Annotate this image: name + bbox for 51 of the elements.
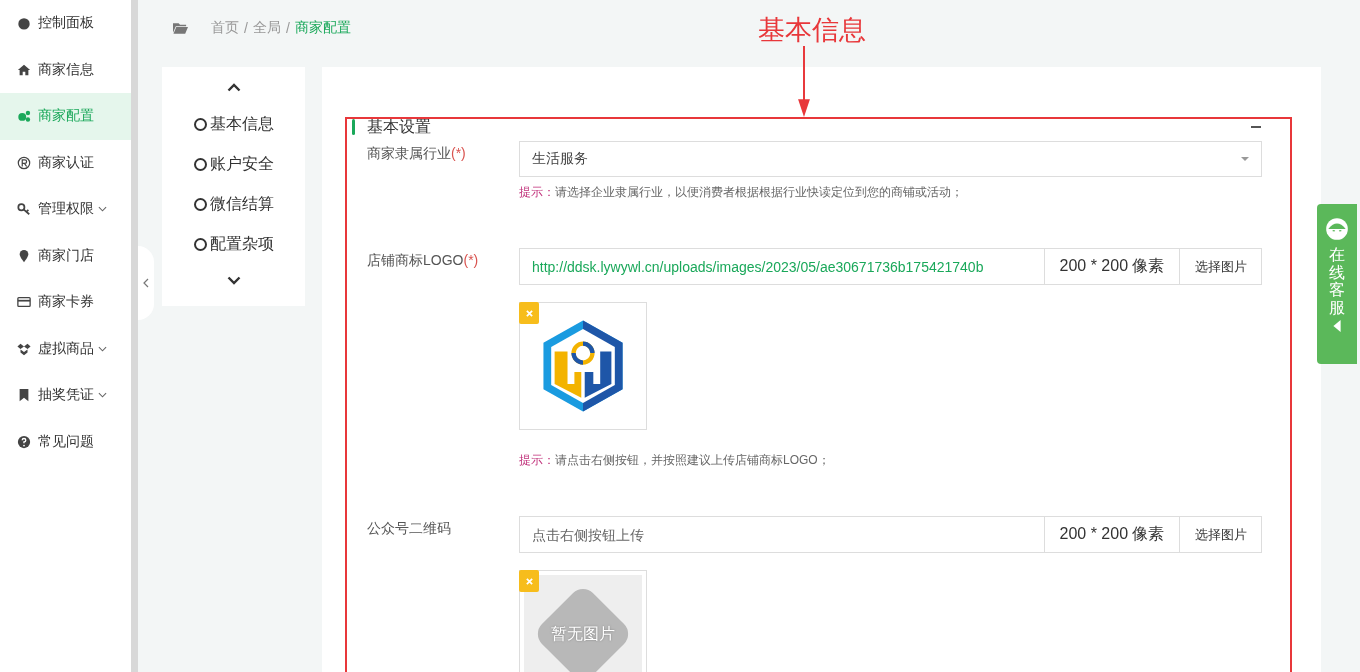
field-label: 公众号二维码: [367, 519, 452, 538]
triangle-left-icon: [1333, 320, 1341, 333]
industry-select[interactable]: 生活服务: [519, 141, 1262, 177]
field-hint: 提示：请点击右侧按钮，并按照建议上传店铺商标LOGO；: [519, 452, 831, 469]
menu-item-icon: [17, 388, 31, 403]
section-marker: [352, 119, 355, 135]
remove-image-button[interactable]: [519, 302, 539, 324]
menu-item-icon: [17, 109, 31, 124]
section-title: 基本设置: [367, 116, 432, 137]
dropdown-caret-icon: [1241, 157, 1249, 161]
field-label: 店铺商标LOGO(*): [367, 251, 480, 270]
field-label: 商家隶属行业(*): [367, 144, 467, 163]
chevron-down-icon[interactable]: [226, 276, 241, 285]
annotation-label: 基本信息: [758, 14, 866, 47]
close-icon: [525, 309, 533, 317]
section-nav-item[interactable]: 配置杂项: [193, 224, 274, 264]
folder-icon: [173, 22, 188, 34]
image-url-field[interactable]: 点击右侧按钮上传: [519, 516, 1045, 553]
sidebar-item[interactable]: 商家卡券: [0, 279, 131, 326]
menu-item-icon: [17, 341, 31, 356]
breadcrumb-separator: /: [285, 20, 290, 36]
close-icon: [525, 577, 533, 585]
section-nav-item[interactable]: 基本信息: [193, 104, 274, 144]
menu-item-icon: [17, 202, 31, 217]
choose-image-button[interactable]: 选择图片: [1180, 248, 1262, 285]
sidebar-item[interactable]: 控制面板: [0, 0, 131, 47]
menu-item-icon: [17, 295, 31, 310]
field-hint: 提示：请选择企业隶属行业，以便消费者根据根据行业快读定位到您的商铺或活动；: [519, 184, 964, 201]
sidebar-item[interactable]: 商家门店: [0, 232, 131, 279]
menu-item-icon: [17, 16, 31, 31]
breadcrumb-separator: /: [244, 20, 248, 36]
no-image-text: 暂无图片: [551, 623, 615, 644]
section-nav-item[interactable]: 账户安全: [193, 144, 274, 184]
collapse-handle[interactable]: [138, 246, 154, 320]
sidebar-item[interactable]: 常见问题: [0, 418, 131, 465]
remove-image-button[interactable]: [519, 570, 539, 592]
sidebar-item[interactable]: 商家信息: [0, 46, 131, 93]
sidebar-item[interactable]: 抽奖凭证: [0, 372, 131, 419]
menu-item-icon: [17, 434, 31, 449]
section-nav-item[interactable]: 微信结算: [193, 184, 274, 224]
agent-icon: [1324, 216, 1350, 242]
choose-image-button[interactable]: 选择图片: [1180, 516, 1262, 553]
menu-item-icon: [17, 62, 31, 77]
chevron-left-icon: [143, 278, 149, 288]
menu-item-icon: [17, 155, 31, 170]
sidebar-item[interactable]: 虚拟商品: [0, 325, 131, 372]
chevron-up-icon[interactable]: [226, 83, 241, 92]
annotation-arrow: [797, 46, 811, 117]
sidebar-item[interactable]: 商家认证: [0, 139, 131, 186]
menu-item-icon: [17, 248, 31, 263]
sidebar-item[interactable]: 管理权限: [0, 186, 131, 233]
